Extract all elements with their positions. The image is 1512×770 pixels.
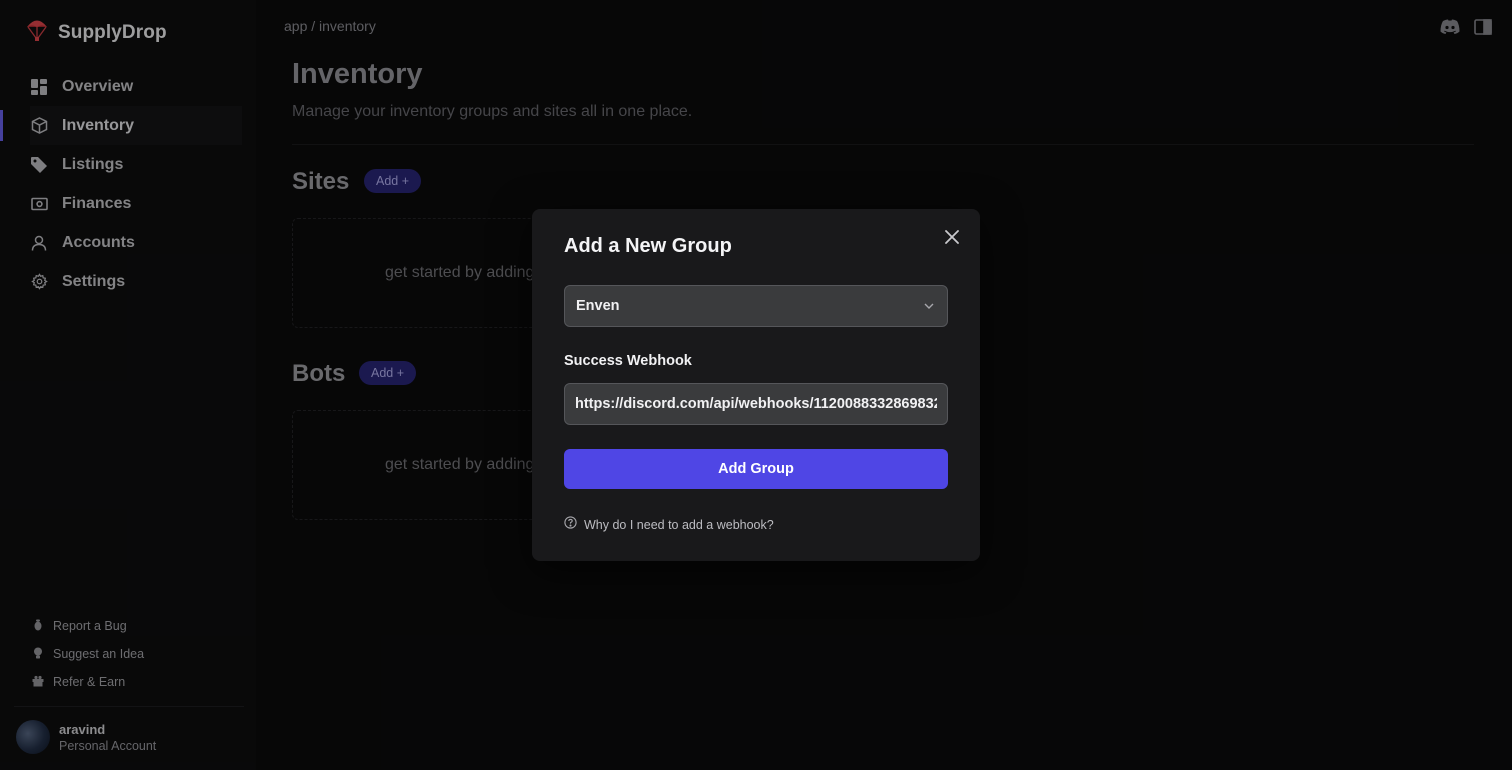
add-group-modal: Add a New Group Enven Success Webhook Ad…: [532, 209, 980, 561]
modal-title: Add a New Group: [564, 235, 732, 257]
webhook-input[interactable]: [564, 383, 948, 425]
chevron-down-icon: [923, 300, 935, 316]
webhook-help-link[interactable]: Why do I need to add a webhook?: [564, 516, 774, 534]
webhook-label: Success Webhook: [564, 353, 692, 369]
close-button[interactable]: [940, 227, 964, 251]
close-icon: [945, 229, 959, 249]
group-select-value: Enven: [576, 298, 620, 314]
webhook-help-text: Why do I need to add a webhook?: [584, 518, 774, 532]
add-group-button[interactable]: Add Group: [564, 449, 948, 489]
question-circle-icon: [564, 516, 577, 534]
group-select[interactable]: Enven: [564, 285, 948, 327]
